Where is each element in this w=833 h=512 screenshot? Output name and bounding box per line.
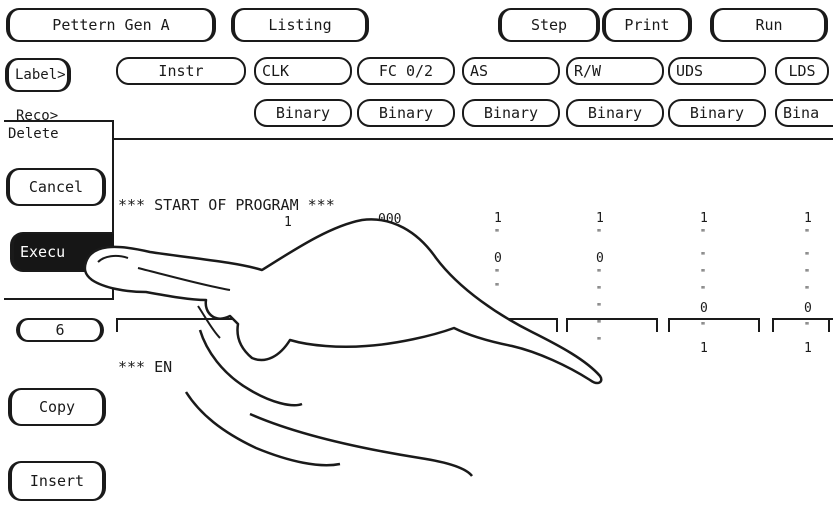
pointing-hand-icon [83,218,603,477]
logic-analyzer-screen: Pettern Gen A Listing Step Print Run Lab… [0,0,833,512]
